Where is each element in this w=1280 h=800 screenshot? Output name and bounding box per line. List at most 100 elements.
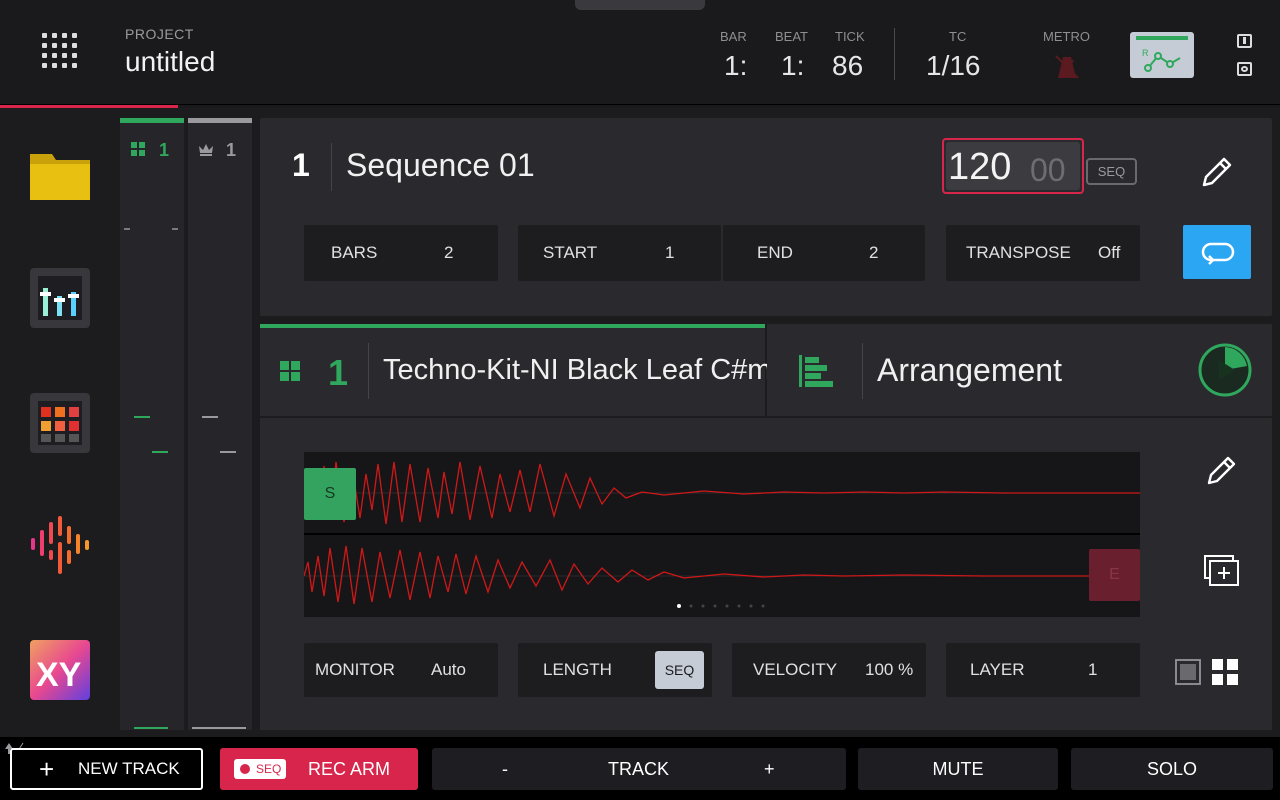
monitor-label: MONITOR [315,660,395,679]
edit-sample-pencil-icon[interactable] [1206,454,1238,486]
edit-sequence-pencil-icon[interactable] [1200,155,1234,189]
tick-label: TICK [835,29,865,44]
end-marker[interactable]: E [1089,549,1140,601]
monitor-field[interactable]: MONITOR Auto [304,643,498,697]
header-separator [0,104,1280,105]
bars-field[interactable]: BARS 2 [304,225,498,281]
main-menu-icon[interactable] [42,33,78,69]
layer-value: 1 [1088,660,1098,679]
add-sample-icon[interactable] [1204,555,1240,587]
sample-edit-icon[interactable] [30,516,90,576]
sequence-name[interactable]: Sequence 01 [346,147,535,184]
bar-label: BAR [720,29,747,44]
end-value: 2 [869,243,879,262]
mixer-icon[interactable] [30,268,90,328]
bars-value: 2 [444,243,454,262]
track-level-number: 1 [159,140,170,160]
sequence-number[interactable]: 1 [292,147,310,184]
start-field[interactable]: START 1 [518,225,721,281]
tc-label: TC [949,29,967,44]
playhead-progress [0,105,178,108]
tempo-value: 120 [948,146,1012,188]
level-meter-mark [220,451,236,453]
loop-icon [1201,242,1235,265]
layer-label: LAYER [970,660,1025,679]
level-meter-mark [134,416,150,418]
seq-rec-label: SEQ [256,762,282,776]
track-number: 1 [328,352,349,393]
bar-value[interactable]: 1: [724,50,747,82]
metro-label: METRO [1043,29,1090,44]
track-prev-button[interactable]: - [502,748,508,790]
length-label: LENGTH [543,660,612,679]
beat-label: BEAT [775,29,808,44]
level-meter-mark [134,727,168,729]
master-level-number: 1 [226,140,237,160]
track-grid-icon [131,142,145,156]
solo-button[interactable]: SOLO [1071,748,1273,790]
single-view-icon[interactable] [1175,659,1201,685]
bars-label: BARS [331,243,378,262]
end-label: END [757,243,793,262]
xy-fx-icon[interactable]: XY [30,640,90,700]
velocity-field[interactable]: VELOCITY 100 % [732,643,926,697]
track-selector-label: TRACK [608,759,670,779]
track-next-button[interactable]: + [764,748,775,790]
project-label: PROJECT [125,26,194,42]
level-meter-mark [192,727,246,729]
rec-arm-label: REC ARM [308,759,391,779]
automation-read-icon: R [1142,48,1181,72]
tempo-source-toggle[interactable]: SEQ [1086,158,1137,185]
beat-value[interactable]: 1: [781,50,804,82]
start-marker[interactable]: S [304,468,356,520]
track-name[interactable]: Techno-Kit-NI Black Leaf C#m 85 [383,354,812,387]
track-level-column[interactable] [120,118,184,730]
pad-mixer-icon[interactable] [30,393,90,453]
waveform-display[interactable] [304,452,1140,617]
tempo-fraction: 00 [1030,152,1066,188]
mute-button[interactable]: MUTE [858,748,1058,790]
new-track-button[interactable]: + NEW TRACK [10,748,203,790]
metronome-off-icon[interactable] [1053,53,1081,81]
layer-field[interactable]: LAYER 1 [946,643,1140,697]
length-field[interactable]: LENGTH SEQ [518,643,712,697]
transpose-field[interactable]: TRANSPOSE Off [946,225,1140,281]
info-icon[interactable] [1237,34,1252,48]
arrangement-divider [862,343,863,399]
record-toggle-icon[interactable] [1237,62,1252,76]
svg-text:R: R [1142,48,1149,58]
arrangement-label: Arrangement [877,352,1062,388]
arrangement-icon [799,355,833,387]
svg-text:XY: XY [36,656,82,694]
track-selector[interactable]: - TRACK + [432,748,846,790]
level-meter-mark [152,451,168,453]
loop-button[interactable] [1183,225,1251,279]
tc-value[interactable]: 1/16 [926,50,981,82]
rec-arm-button[interactable]: SEQ REC ARM [220,748,418,790]
start-label: START [543,243,598,262]
end-field[interactable]: END 2 [723,225,925,281]
pull-down-handle[interactable] [575,0,705,10]
header-divider [894,28,895,80]
transpose-label: TRANSPOSE [966,243,1071,262]
project-name[interactable]: untitled [125,46,215,78]
velocity-label: VELOCITY [753,660,838,679]
monitor-value: Auto [431,660,466,679]
track-play-progress-icon[interactable] [1197,342,1253,398]
master-level-column[interactable] [188,118,252,730]
plus-icon: + [39,754,55,784]
master-crown-icon [199,144,213,156]
drum-track-icon [280,361,300,381]
page-indicator-dots [677,604,765,608]
automation-indicator [1136,36,1188,40]
browser-folder-icon[interactable] [30,148,90,208]
start-value: 1 [665,243,675,262]
tick-value[interactable]: 86 [832,50,863,82]
length-seq-badge[interactable]: SEQ [655,651,704,689]
transpose-value: Off [1098,243,1121,262]
record-dot-icon [240,764,250,774]
level-meter-mark [202,416,218,418]
waveform [304,461,1140,605]
sequence-divider [331,143,332,191]
grid-view-icon[interactable] [1212,659,1238,685]
